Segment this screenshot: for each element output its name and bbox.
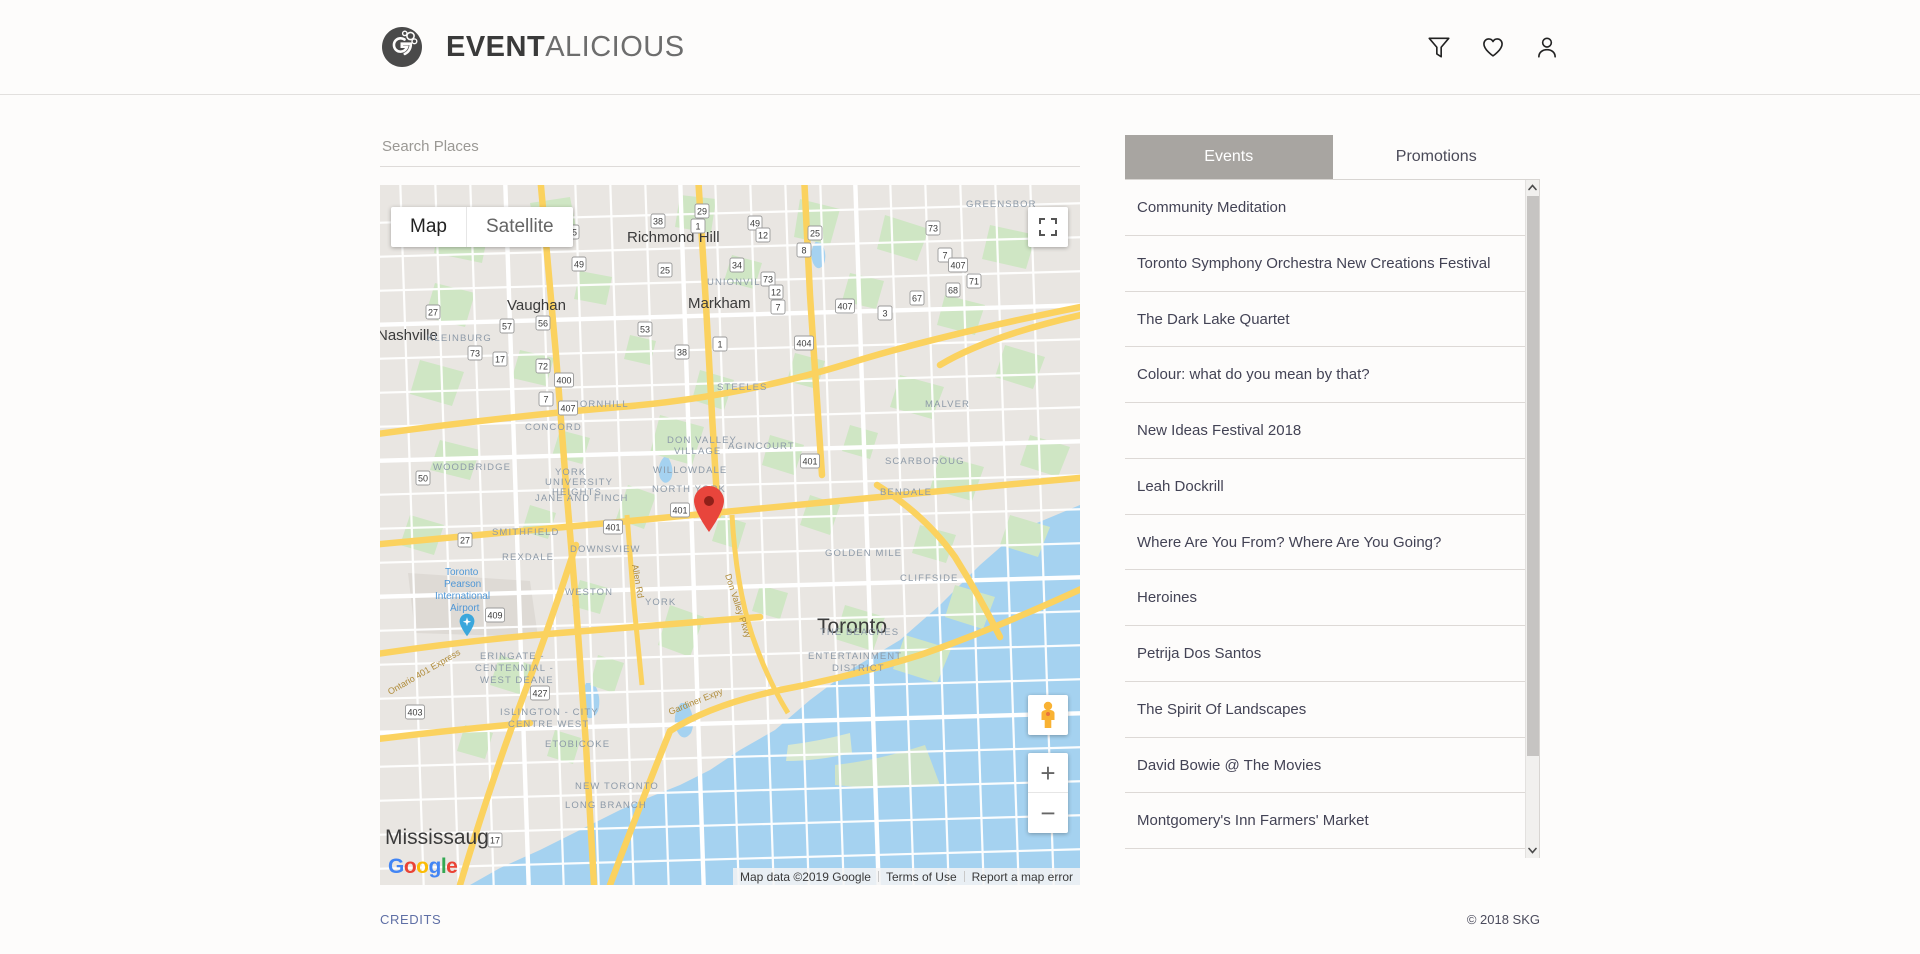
- events-list-scrollbar[interactable]: [1525, 180, 1539, 858]
- page-header: EVENTALICIOUS: [0, 0, 1920, 95]
- filter-icon[interactable]: [1426, 34, 1452, 60]
- map-type-satellite[interactable]: Satellite: [465, 207, 573, 247]
- panel-tabs: Events Promotions: [1125, 135, 1540, 180]
- fullscreen-icon: [1039, 218, 1057, 236]
- search-input[interactable]: [380, 138, 1080, 159]
- tab-promotions[interactable]: Promotions: [1332, 135, 1540, 179]
- list-item[interactable]: Wedding Through Camera Eyes: [1125, 849, 1525, 858]
- brand-title-bold: EVENT: [446, 30, 546, 63]
- terms-of-use-link[interactable]: Terms of Use: [879, 870, 964, 884]
- event-location-marker[interactable]: [690, 485, 728, 533]
- list-item[interactable]: Leah Dockrill: [1125, 458, 1525, 515]
- list-item[interactable]: Colour: what do you mean by that?: [1125, 347, 1525, 403]
- list-item[interactable]: The Spirit Of Landscapes: [1125, 681, 1525, 738]
- list-item[interactable]: Heroines: [1125, 570, 1525, 626]
- zoom-in-button[interactable]: +: [1028, 753, 1068, 793]
- brand-title: EVENTALICIOUS: [446, 31, 685, 64]
- header-actions: [1426, 34, 1560, 60]
- airport-marker[interactable]: [458, 613, 476, 637]
- copyright-text: © 2018 SKG: [1466, 912, 1540, 927]
- map-data-text: Map data ©2019 Google: [740, 869, 871, 884]
- chevron-up-icon: [1528, 184, 1537, 191]
- events-list-container: Community Meditation Toronto Symphony Orc…: [1125, 180, 1540, 858]
- list-item[interactable]: David Bowie @ The Movies: [1125, 737, 1525, 794]
- map-type-map[interactable]: Map: [391, 207, 466, 247]
- street-view-pegman[interactable]: [1028, 695, 1068, 735]
- google-logo: Google: [388, 855, 458, 878]
- list-item[interactable]: Montgomery's Inn Farmers' Market: [1125, 793, 1525, 849]
- heart-icon[interactable]: [1480, 34, 1506, 60]
- list-item[interactable]: Community Meditation: [1125, 180, 1525, 236]
- chevron-down-icon: [1528, 847, 1537, 854]
- list-item[interactable]: Where Are You From? Where Are You Going?: [1125, 514, 1525, 571]
- google-map[interactable]: Richmond Hill Vaughan Markham Nashville Toro…: [380, 185, 1080, 885]
- zoom-controls: + −: [1028, 753, 1068, 833]
- list-item[interactable]: The Dark Lake Quartet: [1125, 291, 1525, 348]
- map-type-switch: Map Satellite: [391, 207, 573, 247]
- list-item[interactable]: New Ideas Festival 2018: [1125, 403, 1525, 459]
- panel-column: Events Promotions Community Meditation To…: [1125, 95, 1540, 885]
- user-icon[interactable]: [1534, 34, 1560, 60]
- map-column: Richmond HillVaughanMarkhamNashvilleToro…: [380, 95, 1080, 885]
- map-attribution: Map data ©2019 Google Terms of Use Repor…: [733, 868, 1080, 885]
- credits-link[interactable]: CREDITS: [380, 912, 441, 927]
- report-map-error-link[interactable]: Report a map error: [965, 870, 1080, 884]
- main-content: Richmond HillVaughanMarkhamNashvilleToro…: [0, 95, 1920, 885]
- page-footer: CREDITS © 2018 SKG: [0, 885, 1920, 954]
- map-canvas: [380, 185, 1080, 885]
- events-list: Community Meditation Toronto Symphony Orc…: [1125, 180, 1539, 858]
- pegman-icon: [1041, 701, 1055, 728]
- search-places-field[interactable]: [380, 138, 1080, 167]
- brand-logo[interactable]: EVENTALICIOUS: [380, 25, 685, 69]
- eventalicious-logo-icon: [382, 27, 422, 67]
- list-item[interactable]: Toronto Symphony Orchestra New Creations…: [1125, 235, 1525, 292]
- fullscreen-button[interactable]: [1028, 207, 1068, 247]
- tab-events[interactable]: Events: [1125, 135, 1333, 179]
- zoom-out-button[interactable]: −: [1028, 793, 1068, 833]
- scrollbar-up-arrow[interactable]: [1526, 180, 1539, 195]
- brand-title-light: ALICIOUS: [545, 30, 685, 63]
- scrollbar-thumb[interactable]: [1527, 196, 1539, 756]
- list-item[interactable]: Petrija Dos Santos: [1125, 626, 1525, 682]
- scrollbar-down-arrow[interactable]: [1526, 843, 1539, 858]
